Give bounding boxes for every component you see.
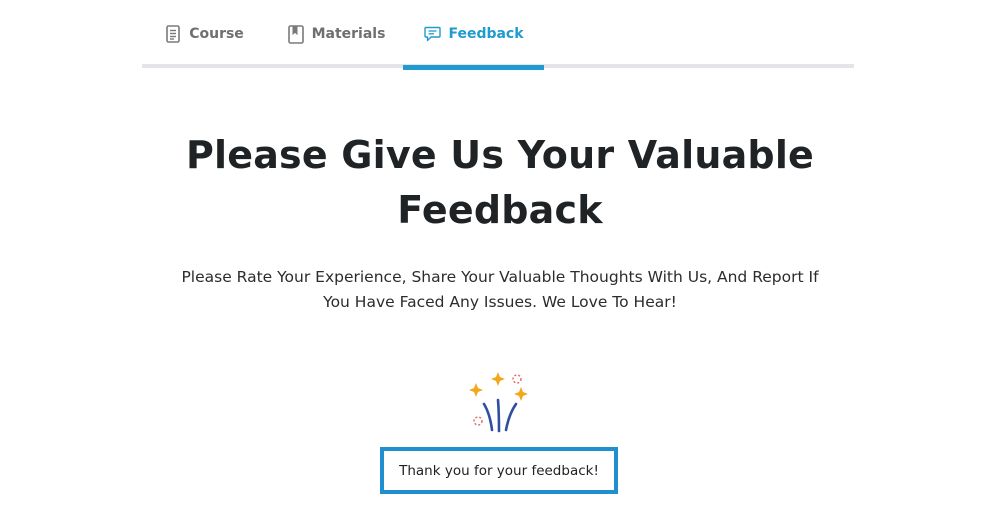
- page-description-line-2: You Have Faced Any Issues. We Love To He…: [323, 293, 677, 311]
- page-description: Please Rate Your Experience, Share Your …: [170, 265, 830, 315]
- document-icon: [164, 24, 182, 44]
- active-tab-indicator: [403, 65, 544, 70]
- thank-you-message-box: Thank you for your feedback!: [380, 447, 618, 494]
- page-title-line-2: Feedback: [397, 188, 603, 232]
- tab-course-label: Course: [189, 26, 244, 42]
- tab-materials-label: Materials: [311, 26, 386, 42]
- page-title: Please Give Us Your Valuable Feedback: [150, 128, 850, 238]
- tab-course[interactable]: Course: [156, 0, 252, 70]
- book-icon: [287, 24, 305, 44]
- tab-bar: Course Materials Feedback: [142, 0, 854, 70]
- page-description-line-1: Please Rate Your Experience, Share Your …: [181, 268, 819, 286]
- thank-you-message: Thank you for your feedback!: [399, 462, 599, 479]
- tab-feedback[interactable]: Feedback: [403, 0, 544, 70]
- chat-bubble-icon: [423, 24, 441, 44]
- page-title-line-1: Please Give Us Your Valuable: [185, 133, 815, 177]
- fireworks-icon: [466, 370, 532, 434]
- tab-feedback-label: Feedback: [448, 26, 524, 42]
- tab-materials[interactable]: Materials: [277, 0, 395, 70]
